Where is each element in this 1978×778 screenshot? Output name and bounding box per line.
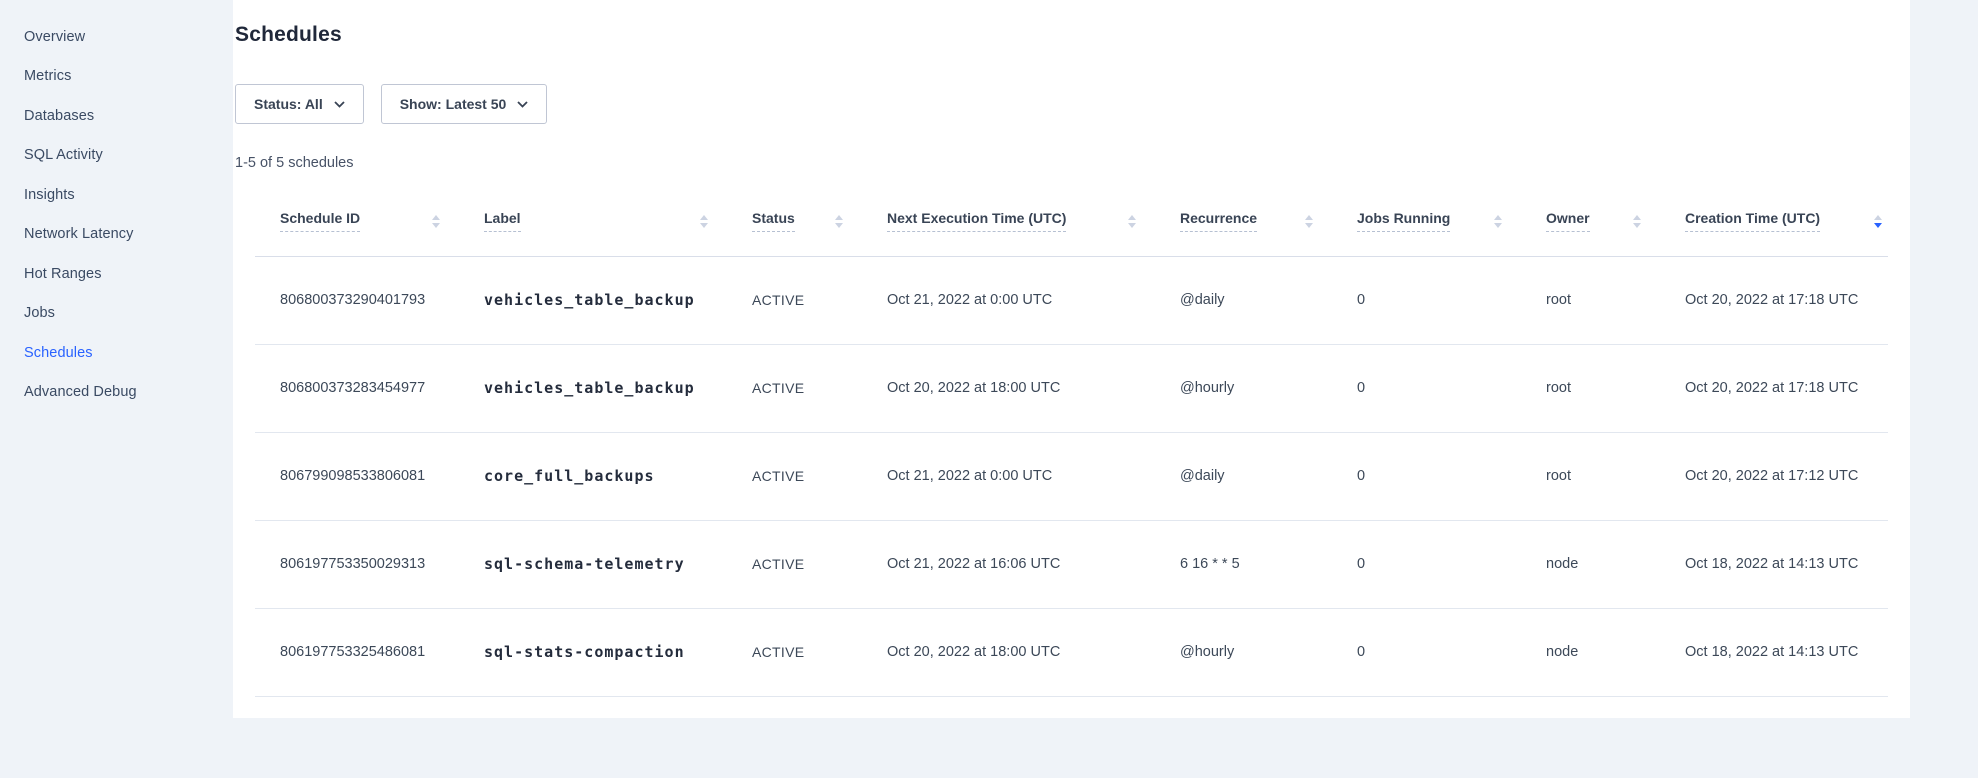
cell-creation-time: Oct 20, 2022 at 17:12 UTC <box>1685 432 1888 520</box>
cell-owner: node <box>1546 608 1685 696</box>
sidebar-item-insights[interactable]: Insights <box>0 175 233 215</box>
cell-recurrence: @daily <box>1180 256 1357 344</box>
sidebar-item-sql-activity[interactable]: SQL Activity <box>0 136 233 176</box>
show-limit-dropdown[interactable]: Show: Latest 50 <box>381 84 548 124</box>
sort-arrows-icon[interactable] <box>700 215 708 228</box>
cell-status: ACTIVE <box>752 344 887 432</box>
cell-recurrence: @daily <box>1180 432 1357 520</box>
sidebar: Overview Metrics Databases SQL Activity … <box>0 0 233 778</box>
cell-schedule-id: 806197753325486081 <box>255 608 484 696</box>
column-header-label[interactable]: Label <box>484 187 752 256</box>
cell-label: core_full_backups <box>484 432 752 520</box>
schedules-table: Schedule ID Label Status <box>255 187 1888 697</box>
sort-arrows-icon[interactable] <box>1633 215 1641 228</box>
column-header-owner[interactable]: Owner <box>1546 187 1685 256</box>
status-filter-dropdown[interactable]: Status: All <box>235 84 364 124</box>
sidebar-item-network-latency[interactable]: Network Latency <box>0 215 233 255</box>
table-row: 806800373290401793 vehicles_table_backup… <box>255 256 1888 344</box>
table-row: 806197753350029313 sql-schema-telemetry … <box>255 520 1888 608</box>
table-row: 806197753325486081 sql-stats-compaction … <box>255 608 1888 696</box>
show-limit-label: Show: Latest 50 <box>400 96 507 112</box>
cell-status: ACTIVE <box>752 432 887 520</box>
sidebar-item-metrics[interactable]: Metrics <box>0 57 233 97</box>
column-label: Owner <box>1546 210 1590 232</box>
chevron-down-icon <box>334 101 345 108</box>
table-header-row: Schedule ID Label Status <box>255 187 1888 256</box>
sidebar-item-databases[interactable]: Databases <box>0 96 233 136</box>
column-label: Status <box>752 210 795 232</box>
cell-next-execution: Oct 21, 2022 at 0:00 UTC <box>887 432 1180 520</box>
column-label: Label <box>484 210 521 232</box>
schedules-table-card: Schedule ID Label Status <box>233 187 1910 718</box>
cell-jobs-running: 0 <box>1357 256 1546 344</box>
cell-label: vehicles_table_backup <box>484 256 752 344</box>
sidebar-item-advanced-debug[interactable]: Advanced Debug <box>0 373 233 413</box>
column-header-status[interactable]: Status <box>752 187 887 256</box>
column-label: Jobs Running <box>1357 210 1450 232</box>
cell-owner: node <box>1546 520 1685 608</box>
cell-jobs-running: 0 <box>1357 520 1546 608</box>
column-label: Creation Time (UTC) <box>1685 210 1820 232</box>
cell-jobs-running: 0 <box>1357 344 1546 432</box>
cell-owner: root <box>1546 344 1685 432</box>
table-row: 806799098533806081 core_full_backups ACT… <box>255 432 1888 520</box>
cell-recurrence: 6 16 * * 5 <box>1180 520 1357 608</box>
column-header-next-execution-time[interactable]: Next Execution Time (UTC) <box>887 187 1180 256</box>
results-count: 1-5 of 5 schedules <box>235 155 1910 175</box>
cell-owner: root <box>1546 432 1685 520</box>
sidebar-item-hot-ranges[interactable]: Hot Ranges <box>0 254 233 294</box>
cell-next-execution: Oct 21, 2022 at 0:00 UTC <box>887 256 1180 344</box>
column-header-creation-time[interactable]: Creation Time (UTC) <box>1685 187 1888 256</box>
cell-schedule-id: 806800373283454977 <box>255 344 484 432</box>
column-label: Recurrence <box>1180 210 1257 232</box>
cell-jobs-running: 0 <box>1357 608 1546 696</box>
cell-label: vehicles_table_backup <box>484 344 752 432</box>
cell-creation-time: Oct 20, 2022 at 17:18 UTC <box>1685 344 1888 432</box>
cell-next-execution: Oct 20, 2022 at 18:00 UTC <box>887 344 1180 432</box>
cell-creation-time: Oct 18, 2022 at 14:13 UTC <box>1685 520 1888 608</box>
cell-next-execution: Oct 20, 2022 at 18:00 UTC <box>887 608 1180 696</box>
cell-schedule-id: 806799098533806081 <box>255 432 484 520</box>
sort-arrows-icon[interactable] <box>1128 215 1136 228</box>
cell-label: sql-stats-compaction <box>484 608 752 696</box>
cell-status: ACTIVE <box>752 608 887 696</box>
column-label: Schedule ID <box>280 210 360 232</box>
sidebar-item-overview[interactable]: Overview <box>0 17 233 57</box>
column-label: Next Execution Time (UTC) <box>887 210 1066 232</box>
cell-recurrence: @hourly <box>1180 344 1357 432</box>
sort-arrows-icon[interactable] <box>1305 215 1313 228</box>
sort-arrows-icon[interactable] <box>432 215 440 228</box>
column-header-schedule-id[interactable]: Schedule ID <box>255 187 484 256</box>
table-row: 806800373283454977 vehicles_table_backup… <box>255 344 1888 432</box>
chevron-down-icon <box>517 101 528 108</box>
sidebar-item-jobs[interactable]: Jobs <box>0 294 233 334</box>
cell-owner: root <box>1546 256 1685 344</box>
column-header-jobs-running[interactable]: Jobs Running <box>1357 187 1546 256</box>
cell-next-execution: Oct 21, 2022 at 16:06 UTC <box>887 520 1180 608</box>
cell-creation-time: Oct 20, 2022 at 17:18 UTC <box>1685 256 1888 344</box>
cell-schedule-id: 806197753350029313 <box>255 520 484 608</box>
cell-label: sql-schema-telemetry <box>484 520 752 608</box>
sort-arrows-icon[interactable] <box>835 215 843 228</box>
cell-recurrence: @hourly <box>1180 608 1357 696</box>
sidebar-item-schedules[interactable]: Schedules <box>0 333 233 373</box>
cell-status: ACTIVE <box>752 520 887 608</box>
page-title: Schedules <box>235 22 1910 48</box>
column-header-recurrence[interactable]: Recurrence <box>1180 187 1357 256</box>
cell-jobs-running: 0 <box>1357 432 1546 520</box>
main-content: Schedules Status: All Show: Latest 50 1-… <box>233 0 1910 718</box>
cell-status: ACTIVE <box>752 256 887 344</box>
sort-arrows-icon[interactable] <box>1494 215 1502 228</box>
cell-creation-time: Oct 18, 2022 at 14:13 UTC <box>1685 608 1888 696</box>
cell-schedule-id: 806800373290401793 <box>255 256 484 344</box>
sort-arrows-icon[interactable] <box>1874 215 1882 228</box>
status-filter-label: Status: All <box>254 96 323 112</box>
filter-bar: Status: All Show: Latest 50 <box>235 84 1910 124</box>
